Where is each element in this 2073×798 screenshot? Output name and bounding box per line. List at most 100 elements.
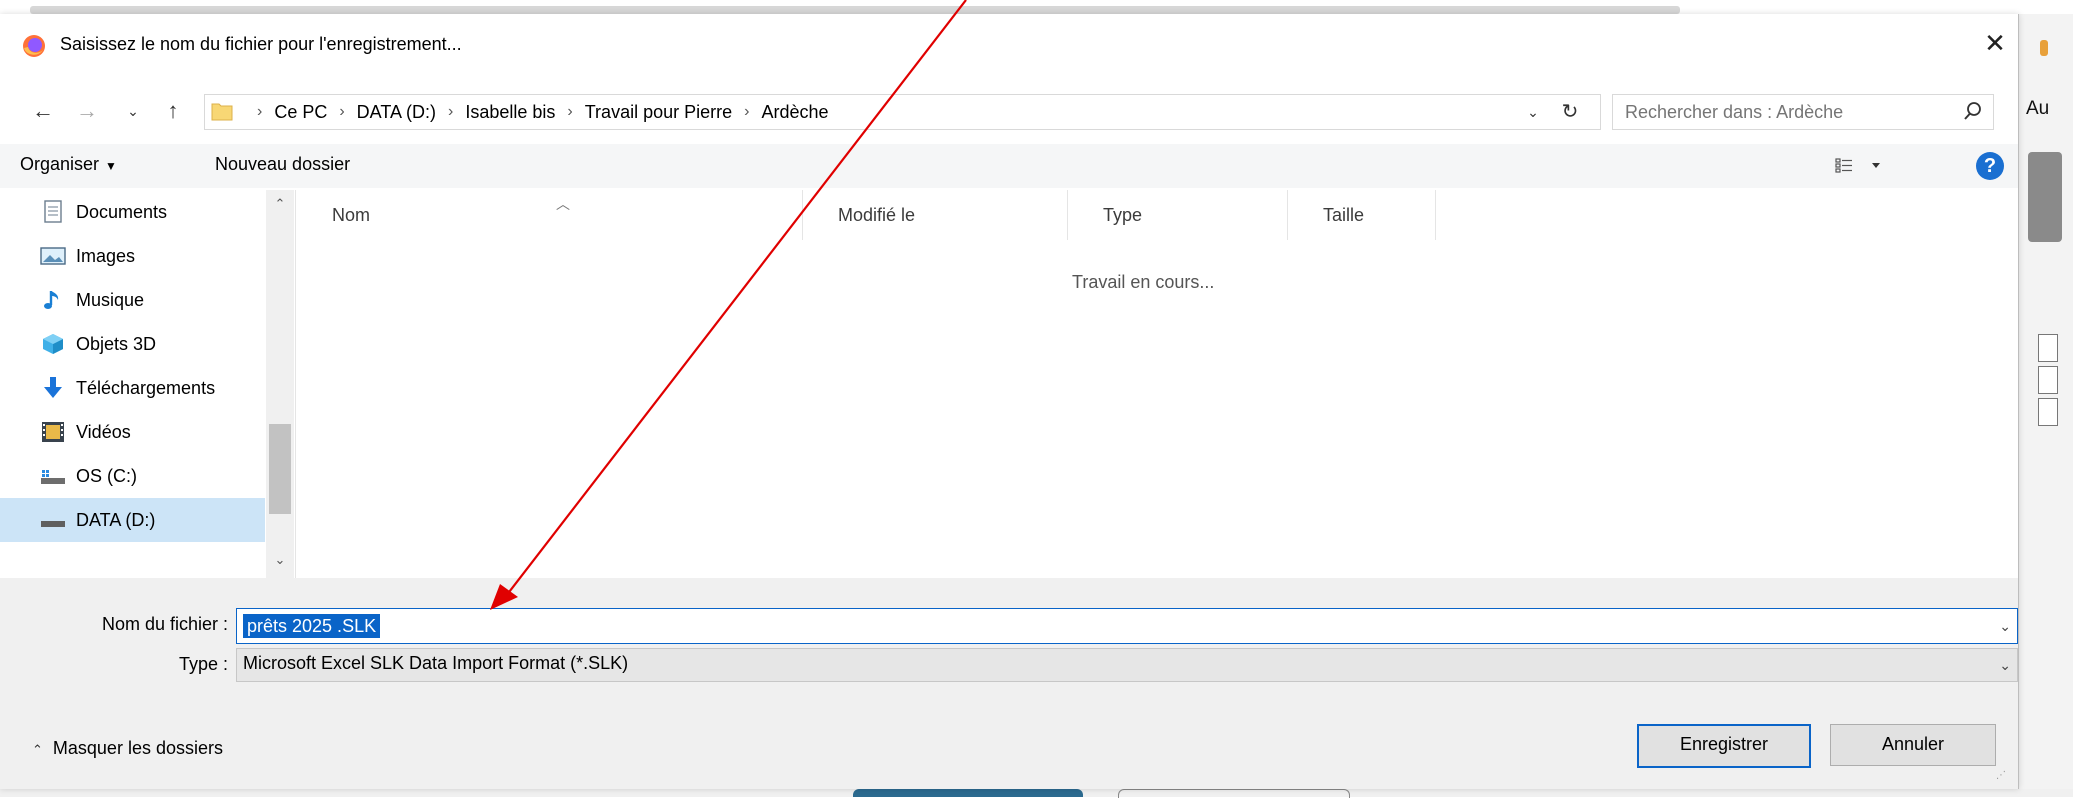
background-button xyxy=(853,789,1083,797)
scrollbar-thumb[interactable] xyxy=(269,424,291,514)
organiser-label: Organiser xyxy=(20,154,100,174)
background-checkbox xyxy=(2038,366,2058,394)
back-button[interactable]: ← xyxy=(30,96,56,126)
command-bar: Organiser ▼ Nouveau dossier ? xyxy=(0,144,2018,188)
nav-item-objets-3d[interactable]: Objets 3D xyxy=(0,322,265,366)
save-file-dialog: Saisissez le nom du fichier pour l'enreg… xyxy=(0,14,2019,789)
scroll-up-icon[interactable]: ⌃ xyxy=(266,196,294,212)
nav-item-label: Musique xyxy=(76,289,145,310)
background-text-fragment: Au xyxy=(2026,98,2050,119)
music-icon xyxy=(44,291,59,309)
breadcrumb-ardeche[interactable]: Ardèche xyxy=(761,102,828,123)
column-header-name[interactable]: Nom xyxy=(296,190,803,240)
nav-item-label: Images xyxy=(76,245,136,266)
refresh-icon[interactable]: ↻ xyxy=(1553,95,1587,129)
background-checkbox xyxy=(2038,398,2058,426)
nav-item-data-d[interactable]: DATA (D:) xyxy=(0,498,265,542)
close-button[interactable]: ✕ xyxy=(1980,28,2010,58)
chevron-down-icon[interactable]: ⌄ xyxy=(1999,649,2011,681)
breadcrumb-isabelle-bis[interactable]: Isabelle bis xyxy=(465,102,555,123)
breadcrumb: › Ce PC › DATA (D:) › Isabelle bis › Tra… xyxy=(245,95,829,129)
sort-ascending-icon: ︿ xyxy=(556,196,570,212)
nav-item-music[interactable]: Musique xyxy=(0,278,265,322)
background-window-right: Au xyxy=(2018,14,2073,797)
file-type-select[interactable]: Microsoft Excel SLK Data Import Format (… xyxy=(236,648,2018,682)
background-window-bottom xyxy=(0,789,2073,798)
documents-icon xyxy=(44,200,62,223)
objects3d-icon xyxy=(43,334,63,354)
address-bar[interactable]: › Ce PC › DATA (D:) › Isabelle bis › Tra… xyxy=(204,94,1601,130)
images-icon xyxy=(40,247,66,265)
nav-item-label: DATA (D:) xyxy=(76,509,156,530)
cancel-button[interactable]: Annuler xyxy=(1830,724,1996,766)
nav-item-label: Téléchargements xyxy=(76,377,216,398)
column-header-label: Taille xyxy=(1323,204,1365,225)
nav-scrollbar[interactable]: ⌃ ⌄ xyxy=(266,190,294,578)
nav-item-label: Documents xyxy=(76,201,168,222)
chevron-right-icon: › xyxy=(567,103,573,120)
file-type-value: Microsoft Excel SLK Data Import Format (… xyxy=(243,653,629,673)
search-box[interactable] xyxy=(1612,94,1994,130)
dialog-title: Saisissez le nom du fichier pour l'enreg… xyxy=(60,34,462,54)
loading-status: Travail en cours... xyxy=(1072,272,1215,292)
view-options-button[interactable] xyxy=(1832,152,1892,180)
column-header-size[interactable]: Taille xyxy=(1287,190,1436,240)
breadcrumb-travail-pour-pierre[interactable]: Travail pour Pierre xyxy=(585,102,732,123)
nav-item-os-c[interactable]: OS (C:) xyxy=(0,454,265,498)
background-window-top xyxy=(0,0,2073,14)
nav-item-documents[interactable]: Documents xyxy=(0,190,265,234)
downloads-icon xyxy=(44,377,62,398)
organiser-button[interactable]: Organiser ▼ xyxy=(20,154,117,175)
chevron-down-icon[interactable]: ⌄ xyxy=(1999,609,2011,643)
videos-icon xyxy=(42,422,64,442)
chevron-right-icon: › xyxy=(257,103,263,120)
address-history-dropdown[interactable]: ⌄ xyxy=(1518,95,1548,129)
dialog-titlebar: Saisissez le nom du fichier pour l'enreg… xyxy=(0,14,2018,74)
hide-folders-label: Masquer les dossiers xyxy=(52,738,223,758)
filename-input[interactable]: prêts 2025 .SLK ⌄ xyxy=(236,608,2018,644)
nav-item-images[interactable]: Images xyxy=(0,234,265,278)
drive-d-icon xyxy=(41,521,65,527)
search-icon[interactable] xyxy=(1958,97,1988,127)
background-orange-mark xyxy=(2040,40,2048,56)
forward-button[interactable]: → xyxy=(74,96,100,126)
background-avatar xyxy=(2028,152,2062,242)
column-header-label: Type xyxy=(1103,204,1143,225)
column-header-type[interactable]: Type xyxy=(1067,190,1288,240)
navigation-pane: Documents Images Musique Objets 3D Téléc… xyxy=(0,190,296,578)
type-label: Type : xyxy=(178,654,228,674)
scroll-down-icon[interactable]: ⌄ xyxy=(266,552,294,568)
new-folder-button[interactable]: Nouveau dossier xyxy=(215,154,350,175)
column-header-label: Nom xyxy=(332,204,371,225)
caret-down-icon: ▼ xyxy=(105,159,117,173)
nav-item-label: OS (C:) xyxy=(76,465,137,486)
breadcrumb-this-pc[interactable]: Ce PC xyxy=(274,102,327,123)
column-header-modified[interactable]: Modifié le xyxy=(802,190,1068,240)
background-checkbox xyxy=(2038,334,2058,362)
address-row: ← → ⌄ ↑ › Ce PC › DATA (D:) › Isabelle b… xyxy=(0,92,2018,132)
nav-item-videos[interactable]: Vidéos xyxy=(0,410,265,454)
save-form: Nom du fichier : prêts 2025 .SLK ⌄ Type … xyxy=(0,578,2018,789)
nav-item-telechargements[interactable]: Téléchargements xyxy=(0,366,265,410)
resize-grip-icon[interactable]: ⋰ xyxy=(1996,770,2006,781)
up-button[interactable]: ↑ xyxy=(160,96,186,126)
drive-c-icon xyxy=(41,470,65,484)
save-button[interactable]: Enregistrer xyxy=(1637,724,1811,768)
folder-icon xyxy=(211,103,233,121)
background-tab-strip xyxy=(30,6,1680,14)
chevron-up-icon: ⌃ xyxy=(32,742,43,757)
search-input[interactable] xyxy=(1623,95,1947,129)
file-list: Nom ︿ Modifié le Type Taille Travail en … xyxy=(296,190,2018,578)
breadcrumb-data-drive[interactable]: DATA (D:) xyxy=(357,102,436,123)
firefox-icon xyxy=(23,35,45,57)
hide-folders-toggle[interactable]: ⌃ Masquer les dossiers xyxy=(32,738,223,759)
nav-item-label: Vidéos xyxy=(76,421,131,442)
chevron-right-icon: › xyxy=(339,103,345,120)
recent-locations-button[interactable]: ⌄ xyxy=(120,96,146,126)
chevron-right-icon: › xyxy=(744,103,750,120)
filename-label: Nom du fichier : xyxy=(101,614,228,634)
help-button[interactable]: ? xyxy=(1976,152,2004,180)
column-header-label: Modifié le xyxy=(838,204,916,225)
chevron-right-icon: › xyxy=(448,103,454,120)
nav-item-label: Objets 3D xyxy=(76,333,157,354)
